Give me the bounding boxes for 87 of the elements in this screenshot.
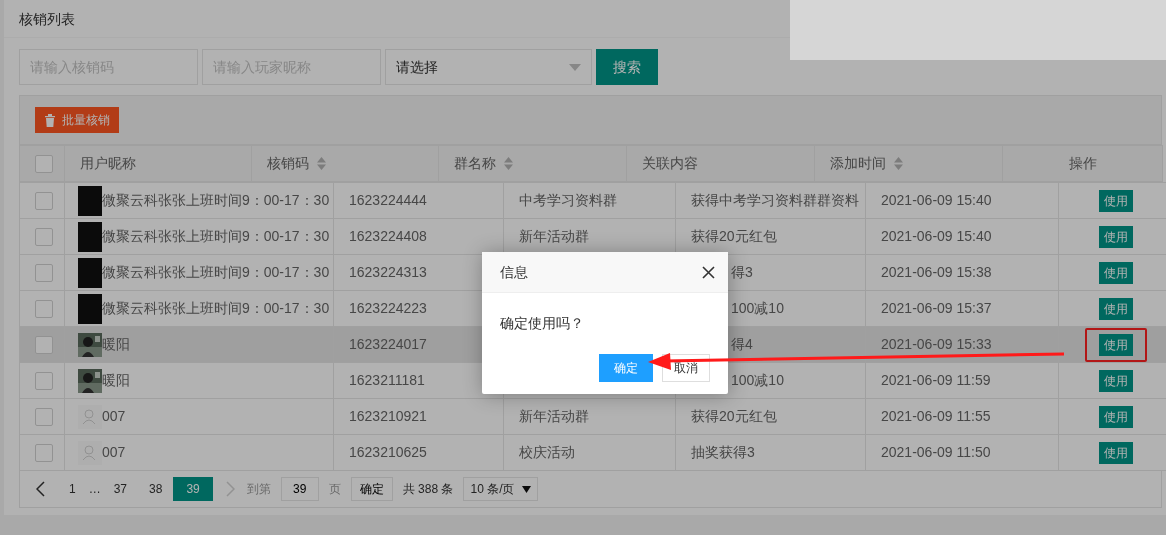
page-link[interactable]: 38 [138, 477, 174, 501]
avatar-icon [78, 185, 102, 216]
sort-icon[interactable] [504, 157, 513, 170]
table-cell: 获得中考学习资料群群资料 [691, 192, 859, 208]
nickname-text: 007 [102, 443, 126, 460]
use-button[interactable]: 使用 [1098, 405, 1133, 428]
checkbox[interactable] [35, 444, 53, 463]
status-select[interactable]: 请选择 [385, 49, 592, 85]
table-cell: 100减10 [731, 300, 784, 316]
goto-label: 到第 [246, 481, 271, 498]
table-cell: 1623224017 [349, 336, 427, 352]
table-cell: 校庆活动 [519, 444, 575, 460]
checkbox[interactable] [35, 372, 53, 391]
batch-verify-button[interactable]: 批量核销 [35, 107, 119, 133]
checkbox[interactable] [35, 228, 53, 247]
nickname-text: 微聚云科张张上班时间9：00-17：30 [102, 227, 330, 244]
table-cell: 中考学习资料群 [519, 192, 617, 208]
page-number-field[interactable]: 39 [280, 477, 319, 501]
use-button[interactable]: 使用 [1098, 225, 1133, 248]
checkbox[interactable] [35, 155, 53, 174]
checkbox[interactable] [35, 300, 53, 319]
search-button[interactable]: 搜索 [596, 49, 658, 85]
previous-page-button[interactable] [36, 481, 46, 497]
avatar-icon [78, 257, 102, 288]
caret-icon [569, 63, 581, 71]
column-header: 操作 [1068, 155, 1097, 171]
column-header[interactable]: 核销码 [267, 153, 326, 174]
use-button[interactable]: 使用 [1098, 189, 1133, 212]
column-header[interactable]: 群名称 [454, 153, 513, 174]
table-cell: 2021-06-09 15:37 [881, 300, 992, 316]
table-cell: 1623224313 [349, 264, 427, 280]
checkbox[interactable] [35, 264, 53, 283]
table-cell: 2021-06-09 15:40 [881, 192, 992, 208]
close-icon[interactable] [702, 265, 715, 279]
table-cell: 2021-06-09 15:33 [881, 336, 992, 352]
use-button[interactable]: 使用 [1098, 297, 1133, 320]
confirm-button[interactable]: 确定 [599, 354, 653, 382]
table-cell: 得4 [731, 336, 753, 352]
page-size-select[interactable]: 10 条/页 [463, 477, 539, 501]
table-cell: 新年活动群 [519, 228, 589, 244]
nickname-text: 007 [102, 407, 126, 424]
table-cell: 1623224223 [349, 300, 427, 316]
table-cell: 获得20元红包 [691, 408, 777, 424]
nickname-text: 暖阳 [102, 371, 130, 388]
checkbox[interactable] [35, 192, 53, 211]
nickname-text: 微聚云科张张上班时间9：00-17：30 [102, 263, 330, 280]
use-button[interactable]: 使用 [1098, 441, 1133, 464]
table-cell: 新年活动群 [519, 408, 589, 424]
page-link[interactable]: 37 [102, 477, 139, 501]
table-cell: 2021-06-09 15:38 [881, 264, 992, 280]
table-cell: 2021-06-09 15:40 [881, 228, 992, 244]
table-cell: 得3 [731, 264, 753, 280]
total-count: 共 388 条 [402, 481, 454, 498]
use-button[interactable]: 使用 [1098, 261, 1133, 284]
table-cell: 获得20元红包 [691, 228, 777, 244]
column-header: 关联内容 [642, 155, 698, 171]
table-cell: 2021-06-09 11:50 [881, 444, 991, 460]
table-cell: 100减10 [731, 372, 784, 388]
dialog-title: 信息 [500, 262, 528, 282]
table-cell: 1623224408 [349, 228, 427, 244]
nickname-text: 暖阳 [102, 335, 130, 352]
avatar-icon [78, 293, 102, 324]
table-cell: 2021-06-09 11:59 [881, 372, 991, 388]
dialog-message: 确定使用吗？ [499, 314, 585, 333]
table-cell: 1623210625 [349, 444, 427, 460]
page-link[interactable]: 1 [58, 477, 87, 501]
table-cell: 抽奖获得3 [691, 444, 755, 460]
page-unit-label: 页 [328, 481, 341, 498]
checkbox[interactable] [35, 408, 53, 427]
use-button[interactable]: 使用 [1098, 333, 1133, 356]
sort-icon[interactable] [317, 157, 326, 170]
use-button[interactable]: 使用 [1098, 369, 1133, 392]
table-cell: 1623210921 [349, 408, 427, 424]
caret-icon [522, 485, 532, 493]
page-link[interactable]: … [86, 477, 103, 501]
checkbox[interactable] [35, 336, 53, 355]
column-header: 用户昵称 [80, 155, 136, 171]
go-button[interactable]: 确定 [350, 477, 393, 501]
trash-icon [44, 113, 56, 127]
table-cell: 1623211181 [349, 372, 425, 388]
nickname-text: 微聚云科张张上班时间9：00-17：30 [102, 191, 330, 208]
nickname-text: 微聚云科张张上班时间9：00-17：30 [102, 299, 330, 316]
sort-icon[interactable] [894, 157, 903, 170]
table-cell: 1623224444 [349, 192, 427, 208]
avatar-icon [78, 221, 102, 252]
page-link[interactable]: 39 [173, 477, 213, 501]
table-cell: 2021-06-09 11:55 [881, 408, 991, 424]
